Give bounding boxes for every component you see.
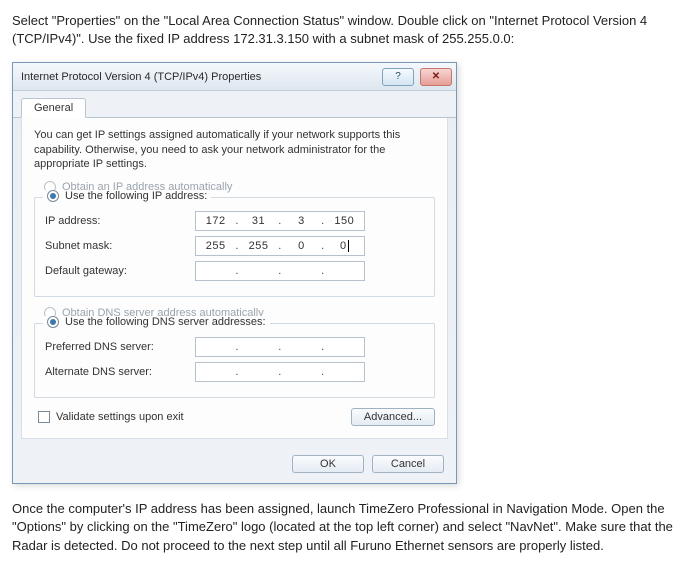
default-gateway-row: Default gateway: . . . [45, 261, 424, 281]
subnet-mask-input[interactable]: 255. 255. 0. 0 [195, 236, 365, 256]
subnet-mask-label: Subnet mask: [45, 240, 195, 252]
dialog-actions: OK Cancel [13, 447, 456, 483]
sub-octet-2: 255 [244, 240, 274, 252]
panel-description: You can get IP settings assigned automat… [34, 128, 435, 171]
instruction-bottom: Once the computer's IP address has been … [12, 500, 673, 555]
preferred-dns-label: Preferred DNS server: [45, 341, 195, 353]
close-button[interactable]: ✕ [420, 68, 452, 86]
ipv4-properties-dialog: Internet Protocol Version 4 (TCP/IPv4) P… [12, 62, 457, 484]
title-bar: Internet Protocol Version 4 (TCP/IPv4) P… [13, 63, 456, 91]
checkbox-icon [38, 411, 50, 423]
radio-label: Use the following IP address: [65, 190, 207, 202]
text-caret-icon [348, 240, 349, 252]
preferred-dns-input[interactable]: . . . [195, 337, 365, 357]
titlebar-buttons: ? ✕ [382, 68, 452, 86]
sub-octet-4: 0 [329, 240, 359, 252]
subnet-mask-row: Subnet mask: 255. 255. 0. 0 [45, 236, 424, 256]
close-icon: ✕ [432, 71, 440, 82]
dns-group: Use the following DNS server addresses: … [34, 323, 435, 398]
tab-general[interactable]: General [21, 98, 86, 118]
preferred-dns-row: Preferred DNS server: . . . [45, 337, 424, 357]
ip-octet-1: 172 [201, 215, 231, 227]
tab-strip: General [13, 91, 456, 118]
validate-row: Validate settings upon exit Advanced... [38, 408, 435, 426]
sub-octet-1: 255 [201, 240, 231, 252]
ip-address-label: IP address: [45, 215, 195, 227]
radio-icon [47, 190, 59, 202]
ip-octet-3: 3 [286, 215, 316, 227]
radio-icon [47, 316, 59, 328]
ok-button[interactable]: OK [292, 455, 364, 473]
advanced-button[interactable]: Advanced... [351, 408, 435, 426]
instruction-top: Select "Properties" on the "Local Area C… [12, 12, 673, 48]
alternate-dns-input[interactable]: . . . [195, 362, 365, 382]
help-icon: ? [395, 71, 401, 82]
cancel-button[interactable]: Cancel [372, 455, 444, 473]
alternate-dns-label: Alternate DNS server: [45, 366, 195, 378]
alternate-dns-row: Alternate DNS server: . . . [45, 362, 424, 382]
sub-octet-3: 0 [286, 240, 316, 252]
window-title: Internet Protocol Version 4 (TCP/IPv4) P… [21, 71, 261, 83]
default-gateway-input[interactable]: . . . [195, 261, 365, 281]
default-gateway-label: Default gateway: [45, 265, 195, 277]
validate-label: Validate settings upon exit [56, 411, 184, 423]
radio-use-ip[interactable]: Use the following IP address: [43, 190, 211, 202]
ip-octet-4: 150 [329, 215, 359, 227]
ip-address-input[interactable]: 172. 31. 3. 150 [195, 211, 365, 231]
radio-use-dns[interactable]: Use the following DNS server addresses: [43, 316, 270, 328]
general-panel: You can get IP settings assigned automat… [21, 118, 448, 439]
ip-address-group: Use the following IP address: IP address… [34, 197, 435, 297]
ip-address-row: IP address: 172. 31. 3. 150 [45, 211, 424, 231]
ip-octet-2: 31 [244, 215, 274, 227]
radio-label: Use the following DNS server addresses: [65, 316, 266, 328]
help-button[interactable]: ? [382, 68, 414, 86]
validate-checkbox[interactable]: Validate settings upon exit [38, 411, 184, 423]
